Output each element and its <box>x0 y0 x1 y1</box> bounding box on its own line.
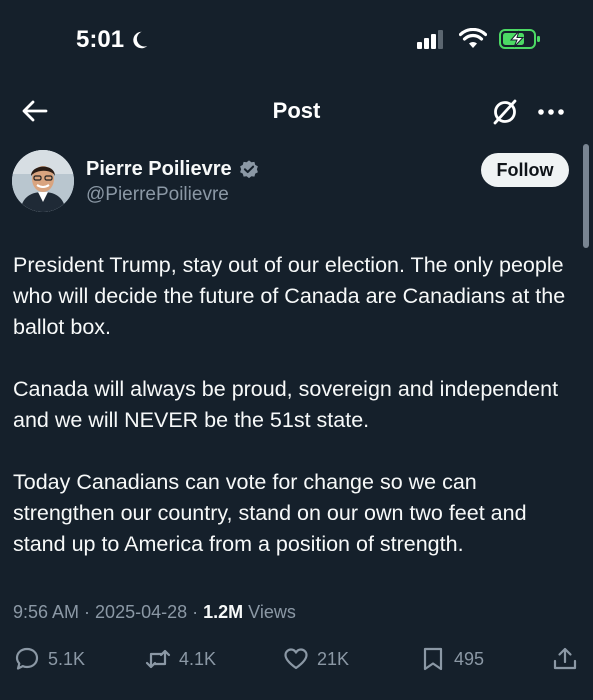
repost-button[interactable]: 4.1K <box>145 646 216 672</box>
share-icon <box>553 647 577 670</box>
bookmark-button[interactable]: 495 <box>420 646 484 672</box>
status-time: 5:01 <box>76 26 150 54</box>
post-meta: 9:56 AM · 2025-04-28 · 1.2M Views <box>13 602 296 623</box>
views-label[interactable]: Views <box>248 602 296 623</box>
verified-badge-icon <box>239 159 258 178</box>
grok-icon[interactable] <box>490 97 520 127</box>
post-text: President Trump, stay out of our electio… <box>13 250 578 591</box>
battery-charging-icon <box>499 29 540 49</box>
like-button[interactable]: 21K <box>283 646 349 672</box>
heart-icon <box>284 648 308 670</box>
nav-header: Post <box>0 88 593 136</box>
more-options-icon[interactable] <box>534 98 568 126</box>
moon-icon <box>133 31 148 49</box>
bookmark-icon <box>423 647 443 671</box>
views-count[interactable]: 1.2M <box>203 602 243 623</box>
status-icons <box>417 28 541 50</box>
action-bar: 5.1K 4.1K 21K 495 <box>0 646 593 680</box>
repost-icon <box>145 649 171 669</box>
author-handle[interactable]: @PierrePoilievre <box>86 184 229 206</box>
post-paragraph: Today Canadians can vote for change so w… <box>13 470 527 556</box>
cellular-signal-icon <box>417 30 443 49</box>
avatar[interactable] <box>12 150 74 212</box>
author-name[interactable]: Pierre Poilievre <box>86 158 232 181</box>
meta-separator: · <box>79 602 96 622</box>
repost-count: 4.1K <box>179 648 217 669</box>
follow-button[interactable]: Follow <box>481 153 569 187</box>
bookmark-count: 495 <box>454 648 485 669</box>
scrollbar[interactable] <box>583 144 589 248</box>
like-count: 21K <box>317 648 350 669</box>
post-paragraph: President Trump, stay out of our electio… <box>13 253 566 339</box>
author-name-row[interactable]: Pierre Poilievre <box>86 158 260 181</box>
share-button[interactable] <box>552 646 578 672</box>
reply-count: 5.1K <box>48 648 86 669</box>
avatar-image <box>12 150 74 212</box>
wifi-icon <box>459 28 487 48</box>
post-time[interactable]: 9:56 AM <box>13 602 79 623</box>
post-paragraph: Canada will always be proud, sovereign a… <box>13 377 559 432</box>
status-bar: 5:01 <box>0 0 593 80</box>
reply-icon <box>15 647 39 670</box>
reply-button[interactable]: 5.1K <box>14 646 85 672</box>
clock-text: 5:01 <box>76 26 125 53</box>
post-date[interactable]: 2025-04-28 <box>95 602 187 623</box>
meta-separator: · <box>187 602 204 622</box>
